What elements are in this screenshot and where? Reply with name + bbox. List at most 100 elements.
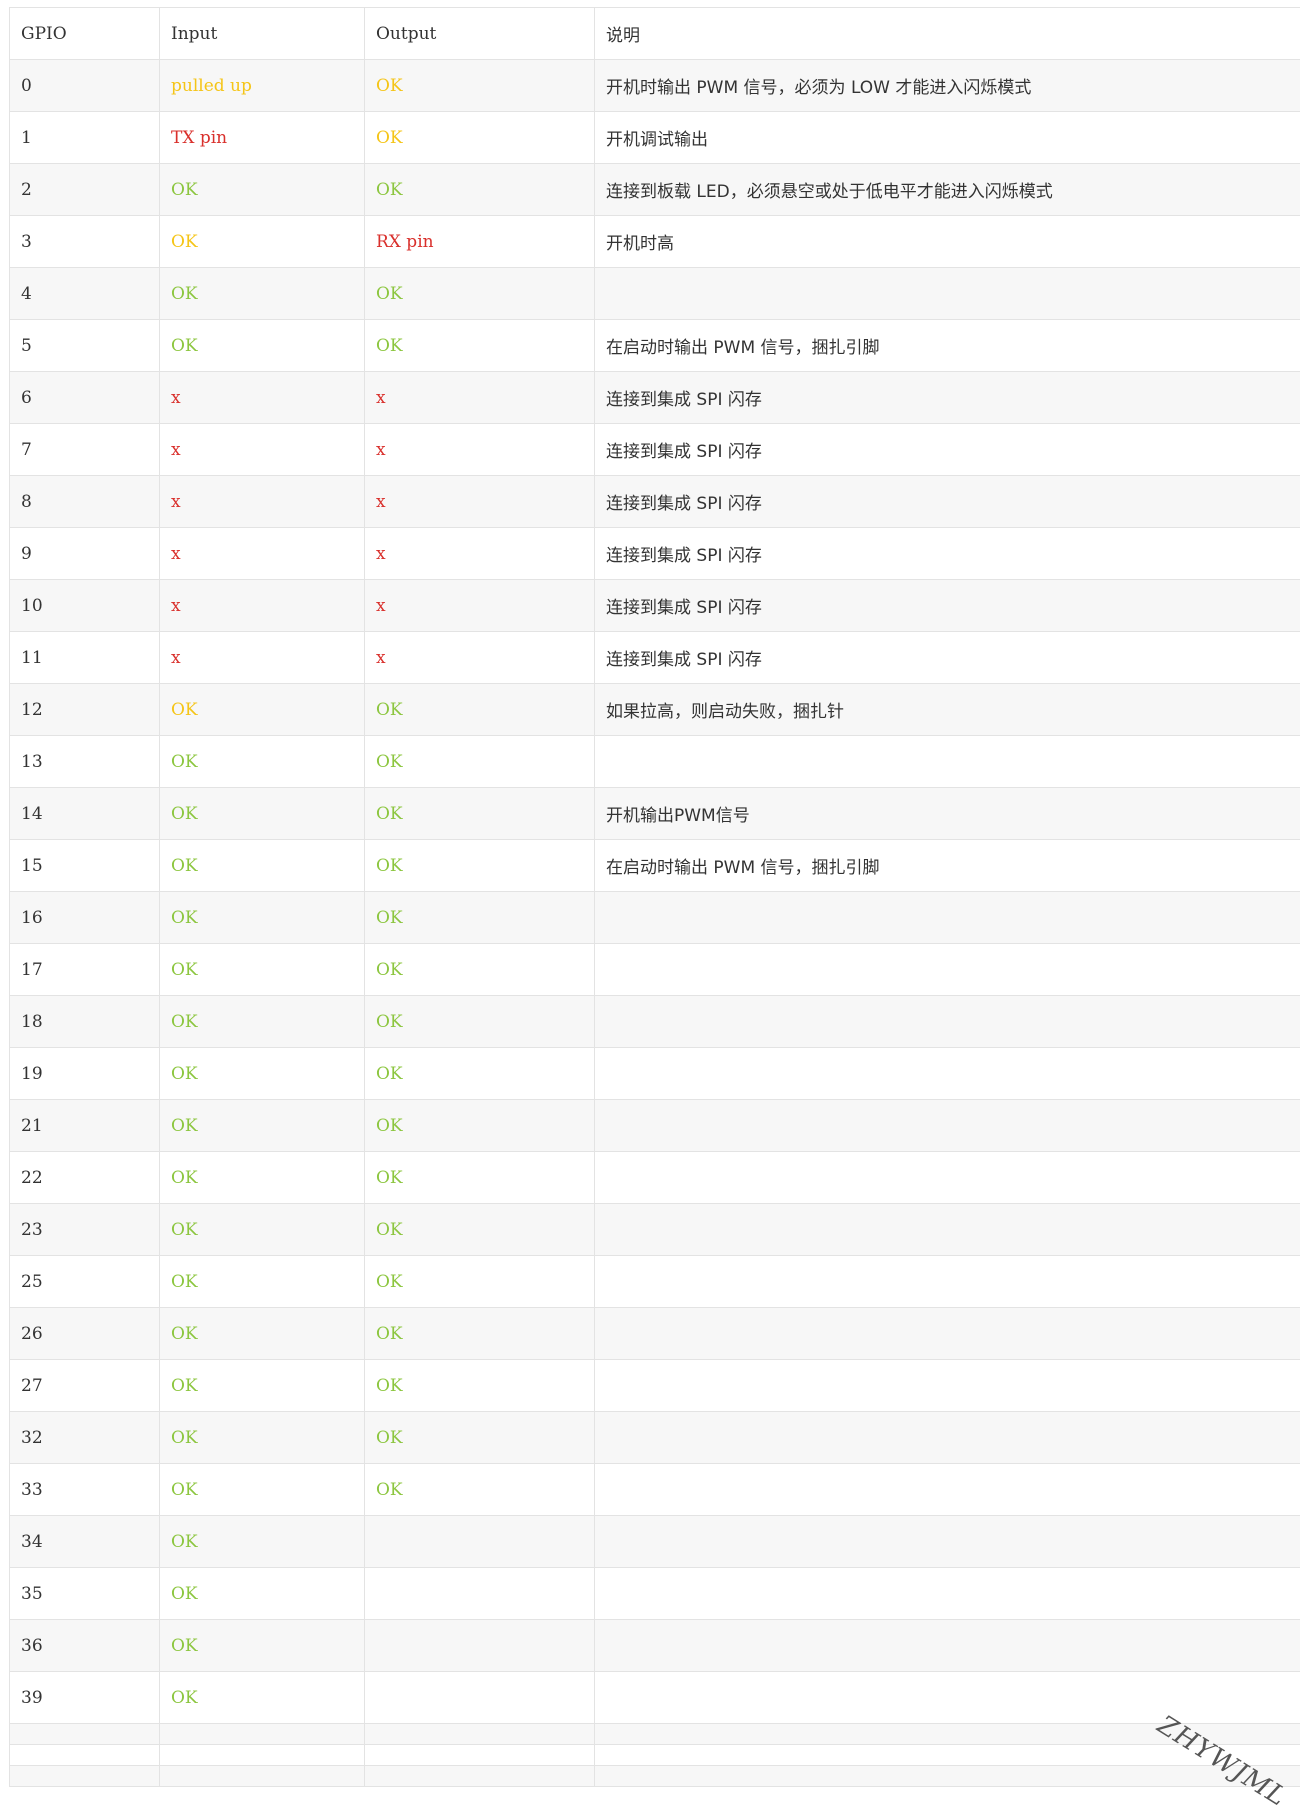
description-cell: 连接到集成 SPI 闪存	[595, 580, 1300, 632]
input-cell: OK	[160, 892, 365, 944]
output-cell: OK	[365, 164, 595, 216]
description-cell	[595, 1100, 1300, 1152]
gpio-cell: 21	[10, 1100, 160, 1152]
gpio-cell: 0	[10, 60, 160, 112]
output-cell: OK	[365, 1308, 595, 1360]
table-row: 15OKOK在启动时输出 PWM 信号，捆扎引脚	[10, 840, 1300, 892]
table-row: 14OKOK开机输出PWM信号	[10, 788, 1300, 840]
output-cell: OK	[365, 840, 595, 892]
output-cell: OK	[365, 1152, 595, 1204]
table-row: 7xx连接到集成 SPI 闪存	[10, 424, 1300, 476]
output-cell	[365, 1724, 595, 1745]
input-cell: OK	[160, 320, 365, 372]
description-cell	[595, 1620, 1300, 1672]
gpio-cell: 35	[10, 1568, 160, 1620]
input-cell: OK	[160, 1568, 365, 1620]
input-cell: OK	[160, 840, 365, 892]
gpio-cell: 23	[10, 1204, 160, 1256]
input-cell: OK	[160, 1204, 365, 1256]
output-cell	[365, 1568, 595, 1620]
output-cell	[365, 1745, 595, 1766]
input-cell: x	[160, 632, 365, 684]
description-cell: 在启动时输出 PWM 信号，捆扎引脚	[595, 320, 1300, 372]
gpio-cell: 34	[10, 1516, 160, 1568]
output-cell: OK	[365, 788, 595, 840]
output-cell	[365, 1620, 595, 1672]
description-cell: 在启动时输出 PWM 信号，捆扎引脚	[595, 840, 1300, 892]
description-cell	[595, 268, 1300, 320]
description-cell	[595, 1568, 1300, 1620]
description-cell: 开机时输出 PWM 信号，必须为 LOW 才能进入闪烁模式	[595, 60, 1300, 112]
input-cell: OK	[160, 1412, 365, 1464]
table-row	[10, 1745, 1300, 1766]
description-cell	[595, 996, 1300, 1048]
input-cell	[160, 1766, 365, 1787]
output-cell: x	[365, 424, 595, 476]
table-row: 23OKOK	[10, 1204, 1300, 1256]
gpio-cell: 14	[10, 788, 160, 840]
description-cell: 开机调试输出	[595, 112, 1300, 164]
output-cell: x	[365, 372, 595, 424]
input-cell: OK	[160, 1308, 365, 1360]
header-row: GPIO Input Output 说明	[10, 8, 1300, 60]
table-row: 33OKOK	[10, 1464, 1300, 1516]
input-cell: OK	[160, 1360, 365, 1412]
table-header: GPIO Input Output 说明	[10, 8, 1300, 60]
gpio-cell: 39	[10, 1672, 160, 1724]
description-cell	[595, 1152, 1300, 1204]
output-cell: x	[365, 580, 595, 632]
description-cell: 连接到集成 SPI 闪存	[595, 632, 1300, 684]
header-description: 说明	[595, 8, 1300, 60]
gpio-cell: 3	[10, 216, 160, 268]
table-row: 16OKOK	[10, 892, 1300, 944]
output-cell: x	[365, 476, 595, 528]
output-cell: x	[365, 528, 595, 580]
input-cell: OK	[160, 1048, 365, 1100]
output-cell: OK	[365, 736, 595, 788]
description-cell	[595, 892, 1300, 944]
input-cell: OK	[160, 1256, 365, 1308]
gpio-cell: 32	[10, 1412, 160, 1464]
description-cell	[595, 736, 1300, 788]
gpio-cell: 18	[10, 996, 160, 1048]
gpio-cell: 10	[10, 580, 160, 632]
description-cell	[595, 1256, 1300, 1308]
table-row: 36OK	[10, 1620, 1300, 1672]
gpio-cell	[10, 1724, 160, 1745]
description-cell	[595, 1672, 1300, 1724]
gpio-cell: 2	[10, 164, 160, 216]
output-cell: OK	[365, 60, 595, 112]
output-cell: OK	[365, 268, 595, 320]
output-cell: OK	[365, 1204, 595, 1256]
description-cell	[595, 1516, 1300, 1568]
description-cell	[595, 1308, 1300, 1360]
gpio-cell: 9	[10, 528, 160, 580]
table-row: 8xx连接到集成 SPI 闪存	[10, 476, 1300, 528]
input-cell	[160, 1724, 365, 1745]
input-cell: OK	[160, 996, 365, 1048]
input-cell: x	[160, 528, 365, 580]
output-cell	[365, 1672, 595, 1724]
output-cell: x	[365, 632, 595, 684]
gpio-cell: 33	[10, 1464, 160, 1516]
description-cell: 连接到集成 SPI 闪存	[595, 476, 1300, 528]
table-row: 25OKOK	[10, 1256, 1300, 1308]
gpio-table: GPIO Input Output 说明 0pulled upOK开机时输出 P…	[9, 7, 1300, 1787]
table-row: 10xx连接到集成 SPI 闪存	[10, 580, 1300, 632]
table-row: 35OK	[10, 1568, 1300, 1620]
output-cell: OK	[365, 320, 595, 372]
input-cell: x	[160, 476, 365, 528]
table-row: 19OKOK	[10, 1048, 1300, 1100]
description-cell: 如果拉高，则启动失败，捆扎针	[595, 684, 1300, 736]
gpio-cell: 11	[10, 632, 160, 684]
table-row	[10, 1766, 1300, 1787]
table-row: 4OKOK	[10, 268, 1300, 320]
gpio-cell	[10, 1766, 160, 1787]
gpio-cell: 15	[10, 840, 160, 892]
description-cell: 连接到集成 SPI 闪存	[595, 424, 1300, 476]
gpio-cell: 4	[10, 268, 160, 320]
output-cell: RX pin	[365, 216, 595, 268]
gpio-cell: 16	[10, 892, 160, 944]
header-input: Input	[160, 8, 365, 60]
table-row: 2OKOK连接到板载 LED，必须悬空或处于低电平才能进入闪烁模式	[10, 164, 1300, 216]
